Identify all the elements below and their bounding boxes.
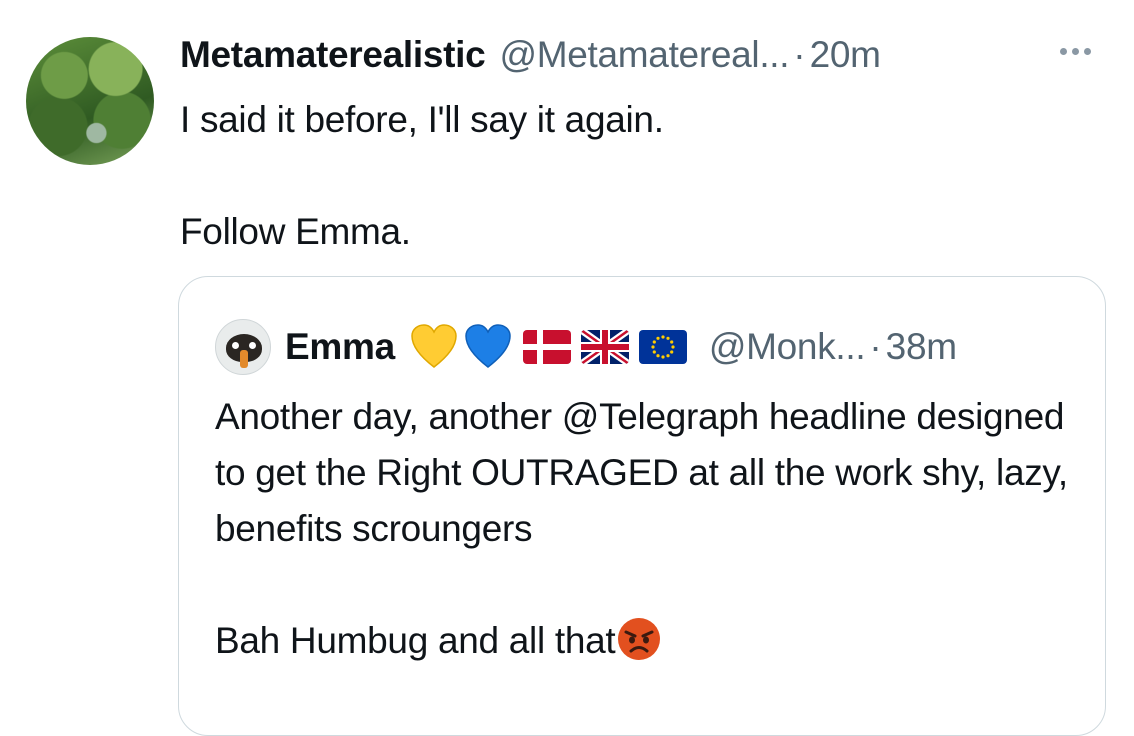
quoted-tweet-timestamp[interactable]: 38m: [886, 326, 957, 368]
tweet-timestamp[interactable]: 20m: [810, 34, 881, 76]
quoted-author-name[interactable]: Emma: [285, 326, 395, 368]
tweet-header: Metamaterealistic @Metamatereal... · 20m: [180, 34, 881, 78]
quoted-author-handle[interactable]: @Monk...: [709, 326, 866, 368]
author-avatar[interactable]: [26, 37, 154, 165]
eu-flag-icon: [638, 330, 687, 364]
quoted-tweet-header: Emma @Monk... · 38m: [215, 319, 957, 375]
denmark-flag-icon: [522, 330, 571, 364]
separator-dot: ·: [793, 34, 806, 75]
yellow-heart-icon: [411, 324, 457, 368]
blue-heart-icon: [465, 324, 511, 368]
quoted-author-avatar[interactable]: [215, 319, 271, 375]
author-handle[interactable]: @Metamatereal...: [499, 34, 789, 76]
quoted-tweet-text: Another day, another @Telegraph headline…: [215, 389, 1095, 669]
tweet-text: I said it before, I'll say it again. Fol…: [180, 99, 664, 252]
more-dots-icon[interactable]: [1058, 42, 1093, 61]
quoted-tweet[interactable]: Emma @Monk... · 38m Another day, another…: [178, 276, 1106, 736]
angry-face-icon: [618, 618, 661, 660]
uk-flag-icon: [580, 330, 629, 364]
separator-dot: ·: [869, 326, 882, 367]
author-name[interactable]: Metamaterealistic: [180, 34, 486, 76]
